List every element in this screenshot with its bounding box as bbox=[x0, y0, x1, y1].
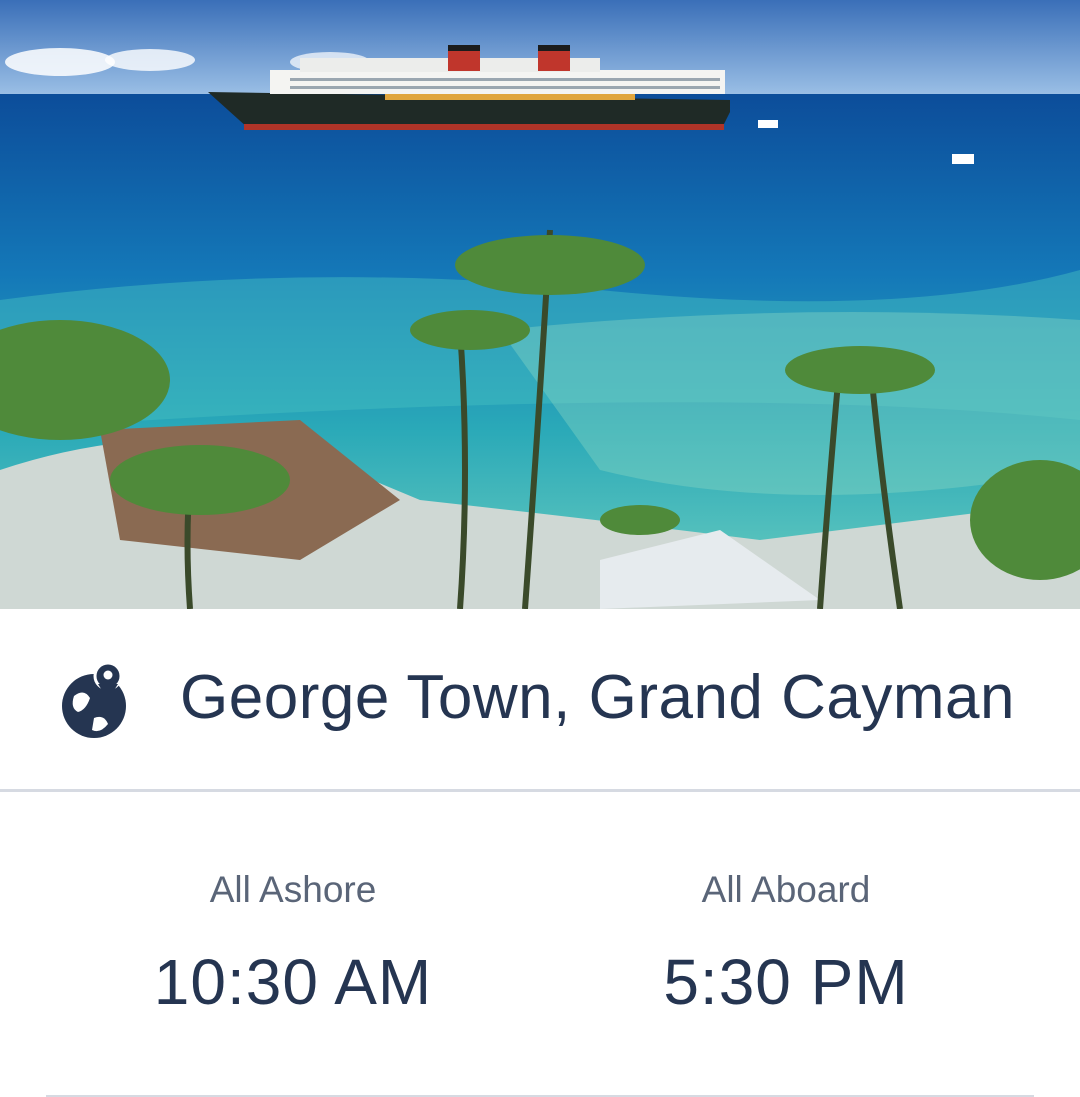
all-ashore-block: All Ashore 10:30 AM bbox=[93, 860, 493, 1022]
beach-ship-illustration bbox=[0, 0, 1080, 609]
all-aboard-label: All Aboard bbox=[701, 869, 871, 910]
port-name: George Town, Grand Cayman bbox=[180, 663, 1015, 732]
all-aboard-time: 5:30 PM bbox=[663, 946, 909, 1018]
all-ashore-time: 10:30 AM bbox=[153, 946, 433, 1018]
all-aboard-block: All Aboard 5:30 PM bbox=[586, 860, 986, 1022]
all-ashore-label: All Ashore bbox=[209, 869, 377, 910]
section-divider bbox=[0, 789, 1080, 792]
globe-pin-icon bbox=[62, 661, 126, 738]
destination-hero-image bbox=[0, 0, 1080, 609]
